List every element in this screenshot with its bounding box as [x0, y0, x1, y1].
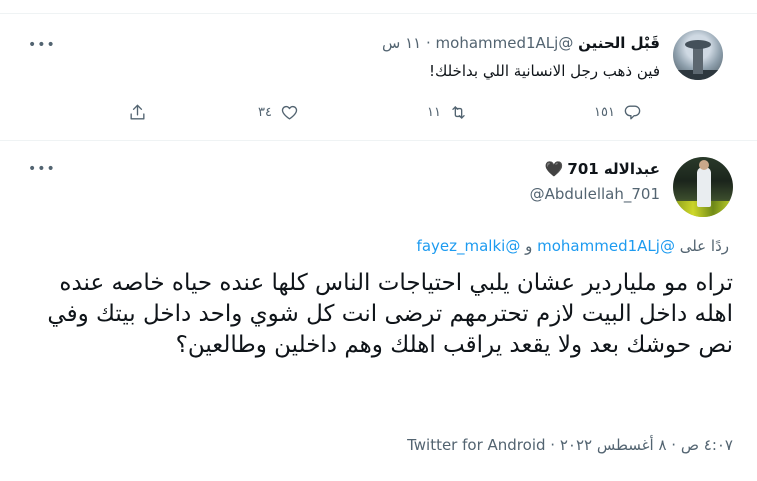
main-handle[interactable]: @Abdulellah_701	[530, 183, 660, 205]
black-heart-icon: 🖤	[544, 160, 564, 178]
meta-dot-1: ·	[671, 436, 677, 454]
avatar-player	[697, 167, 711, 207]
replying-to-line: ردًا على @mohammed1ALj و @fayez_malki	[417, 236, 729, 256]
tweet-time[interactable]: ٤:٠٧ ص	[681, 436, 733, 454]
parent-handle[interactable]: @mohammed1ALj	[436, 34, 574, 52]
reply-joiner: و	[525, 237, 533, 255]
meta-dot-2: ·	[550, 436, 556, 454]
parent-more-button[interactable]: •••	[28, 37, 56, 53]
parent-tweet-header: قَبْل الحنين @mohammed1ALj · ١١ س	[382, 32, 660, 54]
reply-mention-1[interactable]: @mohammed1ALj	[537, 237, 675, 255]
parent-avatar[interactable]	[673, 30, 723, 80]
more-dots-icon: •••	[28, 37, 56, 53]
share-icon	[130, 104, 145, 120]
parent-separator: ·	[425, 34, 431, 52]
share-button[interactable]	[128, 100, 147, 124]
retweet-icon	[452, 105, 465, 119]
parent-display-name[interactable]: قَبْل الحنين	[578, 34, 660, 52]
main-display-name: عبدالاله 701	[567, 160, 660, 178]
main-more-button[interactable]: •••	[28, 161, 56, 177]
avatar-tower-top	[685, 40, 711, 49]
reply-mention-2[interactable]: @fayez_malki	[417, 237, 521, 255]
main-avatar[interactable]	[673, 157, 733, 217]
tweet-source[interactable]: Twitter for Android	[407, 436, 545, 454]
more-dots-icon: •••	[28, 161, 56, 177]
avatar-player-head	[699, 160, 709, 170]
retweet-button[interactable]: ١١	[427, 100, 468, 124]
tweet-timestamp-line: ٤:٠٧ ص · ٨ أغسطس ٢٠٢٢ · Twitter for Andr…	[407, 435, 733, 455]
previous-tweet-edge	[0, 0, 757, 14]
tweet-date[interactable]: ٨ أغسطس ٢٠٢٢	[560, 436, 667, 454]
heart-icon	[281, 105, 298, 120]
main-tweet-text: تراه مو ملياردير عشان يلبي احتياجات النا…	[47, 270, 733, 358]
parent-tweet-text: فين ذهب رجل الانسانية اللي بداخلك!	[428, 62, 660, 80]
reply-prefix: ردًا على	[679, 237, 729, 255]
like-count: ٣٤	[258, 104, 272, 120]
reply-button[interactable]: ١٥١	[594, 100, 642, 124]
tweet-divider	[0, 140, 757, 141]
main-display-name-row[interactable]: عبدالاله 701 🖤	[545, 158, 660, 180]
parent-time[interactable]: ١١ س	[382, 34, 421, 52]
retweet-count: ١١	[427, 104, 441, 120]
reply-icon	[624, 104, 641, 120]
reply-count: ١٥١	[594, 104, 615, 120]
like-button[interactable]: ٣٤	[258, 100, 299, 124]
